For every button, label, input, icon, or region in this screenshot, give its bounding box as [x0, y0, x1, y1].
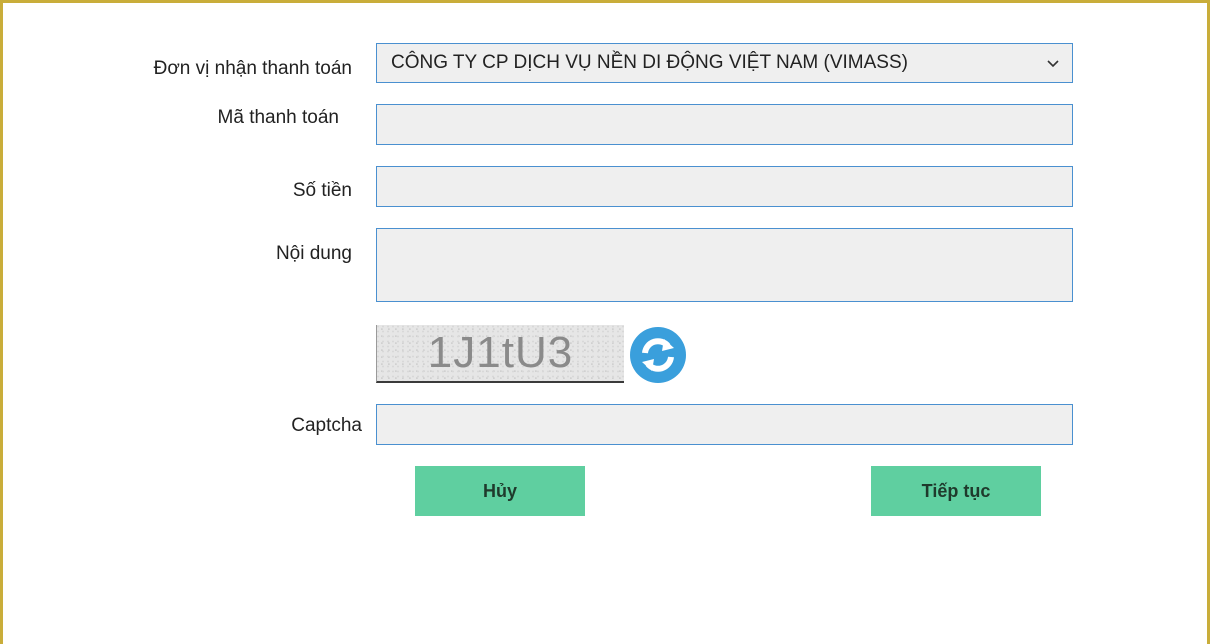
captcha-image-text: 1J1tU3: [427, 328, 574, 377]
refresh-icon[interactable]: [629, 326, 687, 384]
captcha-input[interactable]: [376, 404, 1073, 445]
payment-form-frame: Đơn vị nhận thanh toán CÔNG TY CP DỊCH V…: [0, 0, 1210, 644]
payment-code-label: Mã thanh toán: [217, 107, 339, 128]
captcha-label: Captcha: [291, 415, 362, 436]
payee-select[interactable]: CÔNG TY CP DỊCH VỤ NỀN DI ĐỘNG VIỆT NAM …: [376, 43, 1073, 83]
content-label: Nội dung: [275, 243, 352, 264]
chevron-down-icon: [1047, 60, 1059, 68]
content-textarea[interactable]: [376, 228, 1073, 302]
amount-label: Số tiền: [292, 180, 352, 201]
payment-code-input[interactable]: [376, 104, 1073, 145]
payee-selected-value: CÔNG TY CP DỊCH VỤ NỀN DI ĐỘNG VIỆT NAM …: [391, 52, 908, 73]
cancel-button[interactable]: Hủy: [415, 466, 585, 516]
payee-label: Đơn vị nhận thanh toán: [153, 58, 352, 79]
continue-button[interactable]: Tiếp tục: [871, 466, 1041, 516]
captcha-image: 1J1tU3: [376, 325, 624, 383]
amount-input[interactable]: [376, 166, 1073, 207]
